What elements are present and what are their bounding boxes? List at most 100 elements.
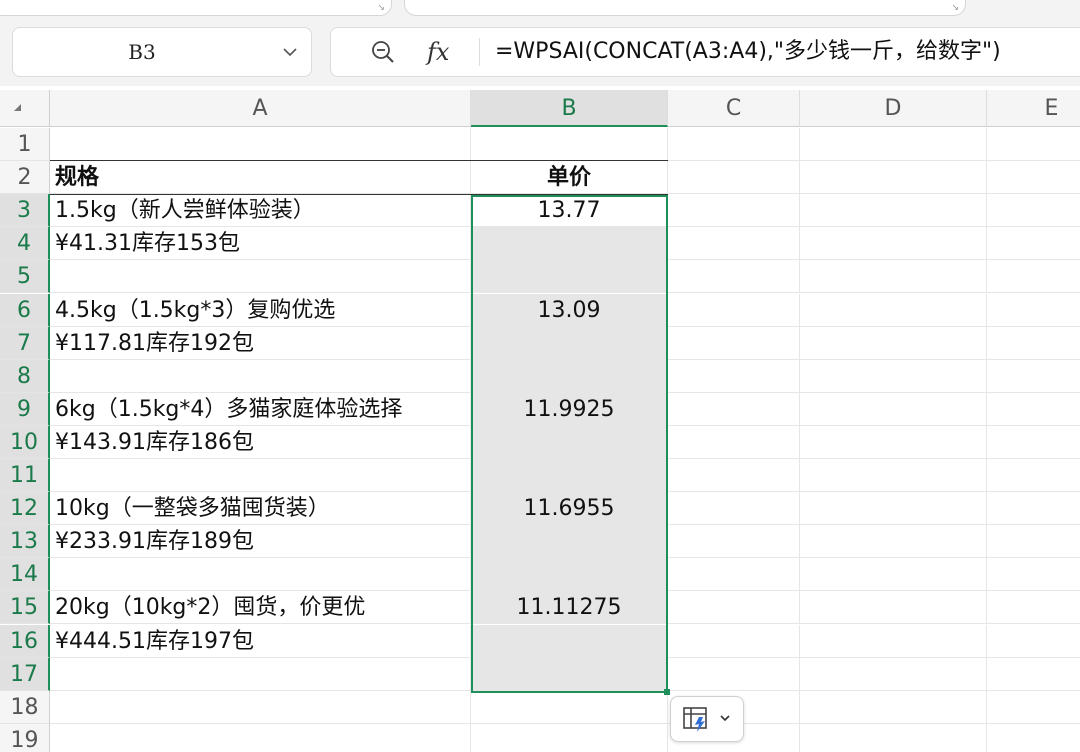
cell-b11[interactable] [471, 459, 668, 492]
chevron-down-icon[interactable] [281, 43, 299, 61]
row-header-6[interactable]: 6 [0, 294, 50, 327]
function-fx-icon[interactable]: fx [427, 34, 449, 70]
formula-text[interactable]: =WPSAI(CONCAT(A3:A4),"多少钱一斤，给数字") [495, 28, 1001, 76]
cell-d7[interactable] [800, 327, 987, 360]
column-header-b[interactable]: B [471, 90, 668, 127]
cell-c9[interactable] [668, 393, 800, 426]
cell-d10[interactable] [800, 426, 987, 459]
cell-a10[interactable]: ¥143.91库存186包 [50, 426, 471, 459]
cell-d12[interactable] [800, 492, 987, 525]
cell-e3[interactable] [987, 194, 1080, 227]
cell-c6[interactable] [668, 294, 800, 327]
cell-c7[interactable] [668, 327, 800, 360]
cell-d1[interactable] [800, 128, 987, 161]
cell-a13[interactable]: ¥233.91库存189包 [50, 525, 471, 558]
cell-b12[interactable]: 11.6955 [471, 492, 668, 525]
cell-d13[interactable] [800, 525, 987, 558]
cell-a6[interactable]: 4.5kg（1.5kg*3）复购优选 [50, 294, 471, 327]
row-header-10[interactable]: 10 [0, 426, 50, 459]
cell-e15[interactable] [987, 591, 1080, 624]
column-header-a[interactable]: A [50, 90, 471, 127]
row-header-13[interactable]: 13 [0, 525, 50, 558]
cell-e7[interactable] [987, 327, 1080, 360]
cell-a15[interactable]: 20kg（10kg*2）囤货，价更优 [50, 591, 471, 624]
cell-d6[interactable] [800, 294, 987, 327]
row-header-3[interactable]: 3 [0, 194, 50, 227]
row-header-12[interactable]: 12 [0, 492, 50, 525]
row-header-17[interactable]: 17 [0, 658, 50, 691]
cell-b1[interactable] [471, 128, 668, 161]
cell-a19[interactable] [50, 724, 471, 752]
cell-c13[interactable] [668, 525, 800, 558]
cell-c3[interactable] [668, 194, 800, 227]
row-header-4[interactable]: 4 [0, 227, 50, 260]
cell-e4[interactable] [987, 227, 1080, 260]
cell-c11[interactable] [668, 459, 800, 492]
cell-e6[interactable] [987, 294, 1080, 327]
cell-a9[interactable]: 6kg（1.5kg*4）多猫家庭体验选择 [50, 393, 471, 426]
cell-a2[interactable]: 规格 [50, 161, 471, 194]
row-header-7[interactable]: 7 [0, 327, 50, 360]
cell-d11[interactable] [800, 459, 987, 492]
cell-e5[interactable] [987, 260, 1080, 293]
cell-e1[interactable] [987, 128, 1080, 161]
cell-b18[interactable] [471, 691, 668, 724]
cell-e11[interactable] [987, 459, 1080, 492]
cell-c14[interactable] [668, 558, 800, 591]
cell-b7[interactable] [471, 327, 668, 360]
select-all-corner[interactable] [0, 90, 50, 127]
select-all-icon[interactable] [14, 104, 21, 111]
cell-b13[interactable] [471, 525, 668, 558]
cell-b14[interactable] [471, 558, 668, 591]
cell-a12[interactable]: 10kg（一整袋多猫囤货装） [50, 492, 471, 525]
cell-a16[interactable]: ¥444.51库存197包 [50, 625, 471, 658]
cell-e19[interactable] [987, 724, 1080, 752]
cell-e14[interactable] [987, 558, 1080, 591]
cell-a1[interactable] [50, 128, 471, 161]
cell-e17[interactable] [987, 658, 1080, 691]
row-header-16[interactable]: 16 [0, 625, 50, 658]
cell-a3[interactable]: 1.5kg（新人尝鲜体验装） [50, 194, 471, 227]
cell-a4[interactable]: ¥41.31库存153包 [50, 227, 471, 260]
cell-c15[interactable] [668, 591, 800, 624]
cell-b6[interactable]: 13.09 [471, 294, 668, 327]
cell-d16[interactable] [800, 625, 987, 658]
cell-d5[interactable] [800, 260, 987, 293]
row-header-9[interactable]: 9 [0, 393, 50, 426]
row-header-8[interactable]: 8 [0, 360, 50, 393]
cell-e16[interactable] [987, 625, 1080, 658]
cell-c10[interactable] [668, 426, 800, 459]
cell-d2[interactable] [800, 161, 987, 194]
cell-e2[interactable] [987, 161, 1080, 194]
cell-c8[interactable] [668, 360, 800, 393]
cell-e9[interactable] [987, 393, 1080, 426]
fill-handle[interactable] [664, 689, 670, 695]
cell-e13[interactable] [987, 525, 1080, 558]
column-header-c[interactable]: C [668, 90, 800, 127]
row-header-11[interactable]: 11 [0, 459, 50, 492]
zoom-magnifier-icon[interactable] [369, 38, 397, 66]
cell-e8[interactable] [987, 360, 1080, 393]
cell-d18[interactable] [800, 691, 987, 724]
cell-b17[interactable] [471, 658, 668, 691]
cell-d8[interactable] [800, 360, 987, 393]
cell-c4[interactable] [668, 227, 800, 260]
cell-b9[interactable]: 11.9925 [471, 393, 668, 426]
cell-a5[interactable] [50, 260, 471, 293]
formula-input-area[interactable]: fx =WPSAI(CONCAT(A3:A4),"多少钱一斤，给数字") [330, 27, 1080, 77]
cell-c2[interactable] [668, 161, 800, 194]
cell-d3[interactable] [800, 194, 987, 227]
cell-b15[interactable]: 11.11275 [471, 591, 668, 624]
row-header-18[interactable]: 18 [0, 691, 50, 724]
cell-c17[interactable] [668, 658, 800, 691]
cell-b10[interactable] [471, 426, 668, 459]
cell-b5[interactable] [471, 260, 668, 293]
cell-a7[interactable]: ¥117.81库存192包 [50, 327, 471, 360]
cell-e10[interactable] [987, 426, 1080, 459]
row-header-2[interactable]: 2 [0, 161, 50, 194]
cell-b2[interactable]: 单价 [471, 161, 668, 194]
cell-c12[interactable] [668, 492, 800, 525]
cell-b4[interactable] [471, 227, 668, 260]
row-header-19[interactable]: 19 [0, 724, 50, 752]
cell-b19[interactable] [471, 724, 668, 752]
